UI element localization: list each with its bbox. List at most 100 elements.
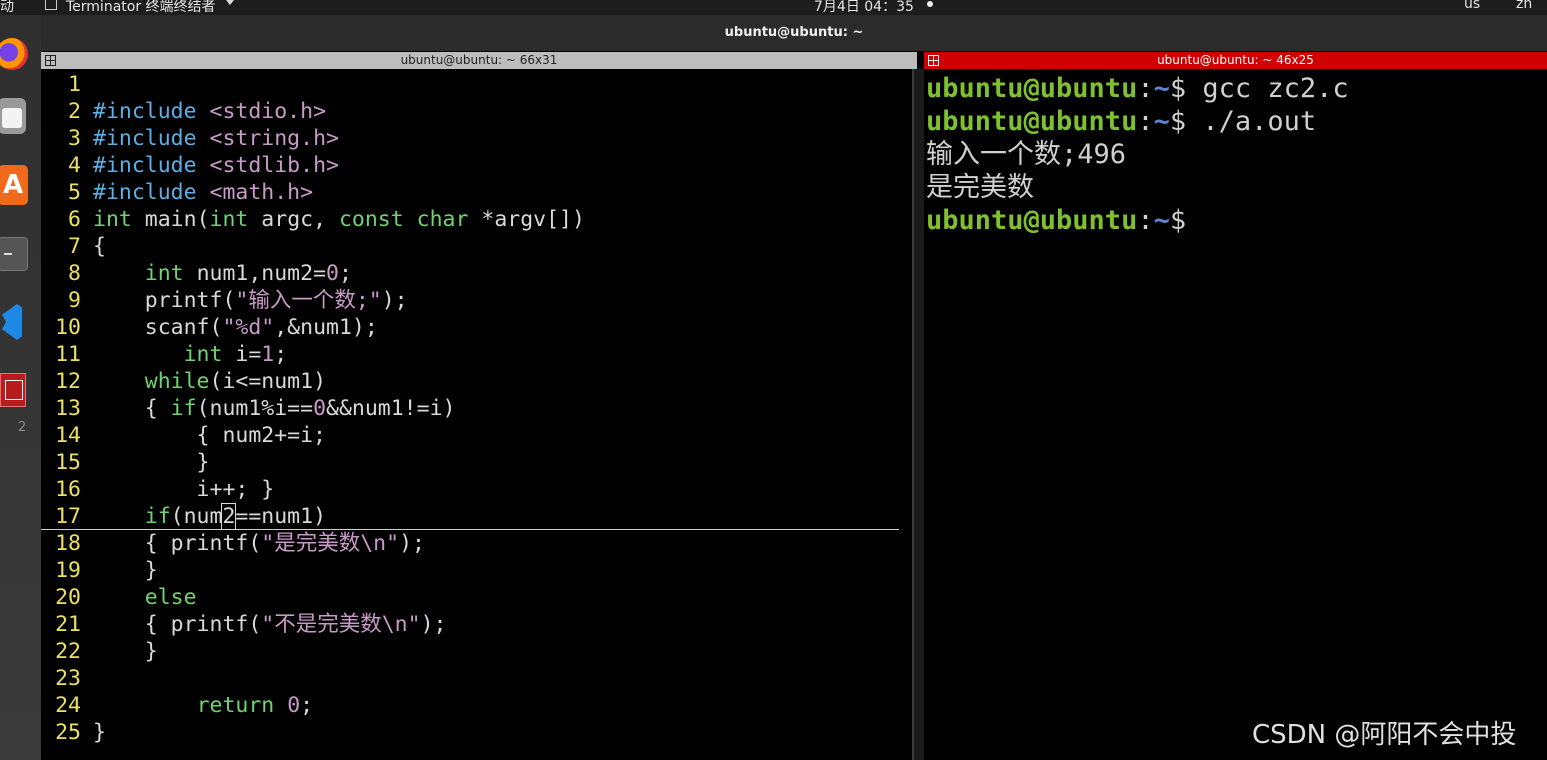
- chevron-down-icon[interactable]: [226, 0, 234, 5]
- code-line[interactable]: 7{: [41, 233, 899, 260]
- code-text[interactable]: printf("输入一个数;");: [81, 287, 408, 314]
- code-line[interactable]: 9 printf("输入一个数;");: [41, 287, 899, 314]
- code-line[interactable]: 25}: [41, 719, 899, 746]
- code-text[interactable]: else: [81, 584, 197, 611]
- code-line[interactable]: 21 { printf("不是完美数\n");: [41, 611, 899, 638]
- code-text[interactable]: int i=1;: [81, 341, 288, 368]
- code-text[interactable]: {: [81, 233, 106, 260]
- line-number: 23: [55, 666, 81, 691]
- line-number: 2: [68, 99, 81, 124]
- code-text[interactable]: while(i<=num1): [81, 368, 326, 395]
- code-line[interactable]: 10 scanf("%d",&num1);: [41, 314, 899, 341]
- left-pane-titlebar[interactable]: ubuntu@ubuntu: ~ 66x31: [41, 52, 917, 69]
- app-menu[interactable]: Terminator 终端终结者: [66, 0, 216, 15]
- code-line[interactable]: 12 while(i<=num1): [41, 368, 899, 395]
- line-number: 16: [55, 477, 81, 502]
- code-line[interactable]: 22 }: [41, 638, 899, 665]
- code-text[interactable]: { printf("是完美数\n");: [81, 530, 425, 557]
- code-text[interactable]: { num2+=i;: [81, 422, 326, 449]
- code-line[interactable]: 20 else: [41, 584, 899, 611]
- pane-splitter[interactable]: [912, 69, 924, 760]
- clock[interactable]: 7月4日 04：35: [814, 0, 914, 15]
- code-line[interactable]: 15 }: [41, 449, 899, 476]
- line-number: 13: [55, 396, 81, 421]
- code-text[interactable]: int main(int argc, const char *argv[]): [81, 206, 585, 233]
- code-text[interactable]: #include <math.h>: [81, 179, 313, 206]
- activities-button[interactable]: 动: [0, 0, 14, 15]
- shell-output[interactable]: ubuntu@ubuntu:~$ gcc zc2.c ubuntu@ubuntu…: [926, 72, 1349, 237]
- code-text[interactable]: }: [81, 449, 210, 476]
- workspace-number: 2: [18, 420, 27, 435]
- line-number: 5: [68, 180, 81, 205]
- code-view[interactable]: 1 2 #include <stdio.h> 3 #include <string.h>…: [41, 71, 899, 746]
- line-number: 6: [68, 207, 81, 232]
- code-line[interactable]: 16 i++; }: [41, 476, 899, 503]
- code-text[interactable]: }: [81, 557, 158, 584]
- line-number: 25: [55, 720, 81, 745]
- code-line[interactable]: 18 { printf("是完美数\n");: [41, 530, 899, 557]
- code-text[interactable]: #include <stdio.h>: [81, 98, 326, 125]
- code-line[interactable]: 2 #include <stdio.h>: [41, 98, 899, 125]
- code-text[interactable]: #include <string.h>: [81, 125, 339, 152]
- terminal-app-icon: [45, 0, 57, 10]
- line-number: 15: [55, 450, 81, 475]
- code-line[interactable]: 17 if(num2==num1): [41, 503, 899, 530]
- right-pane-titlebar[interactable]: ubuntu@ubuntu: ~ 46x25: [924, 52, 1547, 69]
- line-number: 8: [68, 261, 81, 286]
- terminal-icon[interactable]: [0, 237, 28, 271]
- line-number: 17: [55, 504, 81, 529]
- prompt-user: ubuntu@ubuntu: [926, 73, 1138, 104]
- app-center-icon[interactable]: A: [0, 165, 28, 205]
- terminator-icon[interactable]: [0, 373, 26, 407]
- code-line[interactable]: 14 { num2+=i;: [41, 422, 899, 449]
- window-title: ubuntu@ubuntu: ~: [724, 25, 864, 40]
- code-line[interactable]: 23: [41, 665, 899, 692]
- dock: A 2: [0, 15, 41, 760]
- code-text[interactable]: if(num2==num1): [81, 503, 326, 530]
- code-line[interactable]: 24 return 0;: [41, 692, 899, 719]
- code-text[interactable]: int num1,num2=0;: [81, 260, 352, 287]
- watermark: CSDN @阿阳不会中投: [1252, 720, 1517, 750]
- code-line[interactable]: 5 #include <math.h>: [41, 179, 899, 206]
- line-number: 22: [55, 639, 81, 664]
- code-line[interactable]: 3 #include <string.h>: [41, 125, 899, 152]
- line-number: 14: [55, 423, 81, 448]
- line-number: 10: [55, 315, 81, 340]
- code-line[interactable]: 4 #include <stdlib.h>: [41, 152, 899, 179]
- line-number: 20: [55, 585, 81, 610]
- vscode-icon[interactable]: [0, 300, 28, 344]
- notification-dot-icon: [927, 1, 933, 7]
- code-text[interactable]: #include <stdlib.h>: [81, 152, 339, 179]
- window-header[interactable]: ubuntu@ubuntu: ~: [41, 15, 1547, 51]
- line-number: 4: [68, 153, 81, 178]
- input-method-indicator[interactable]: zh: [1516, 0, 1532, 12]
- line-number: 11: [55, 342, 81, 367]
- files-icon[interactable]: [0, 98, 26, 134]
- code-text[interactable]: scanf("%d",&num1);: [81, 314, 378, 341]
- code-line[interactable]: 19 }: [41, 557, 899, 584]
- code-text[interactable]: }: [81, 638, 158, 665]
- code-text[interactable]: { if(num1%i==0&&num1!=i): [81, 395, 456, 422]
- code-line[interactable]: 11 int i=1;: [41, 341, 899, 368]
- shell-line: ubuntu@ubuntu:~$ ./a.out: [926, 106, 1317, 137]
- line-number: 1: [68, 72, 81, 97]
- prompt-user: ubuntu@ubuntu: [926, 106, 1138, 137]
- shell-line: ubuntu@ubuntu:~$: [926, 205, 1187, 236]
- grid-layout-icon[interactable]: [45, 55, 56, 66]
- line-number: 9: [68, 288, 81, 313]
- code-line[interactable]: 8 int num1,num2=0;: [41, 260, 899, 287]
- vim-editor-pane[interactable]: 1 2 #include <stdio.h> 3 #include <string.h>…: [41, 69, 912, 760]
- code-line[interactable]: 1: [41, 71, 899, 98]
- code-text[interactable]: }: [81, 719, 106, 746]
- code-line[interactable]: 13 { if(num1%i==0&&num1!=i): [41, 395, 899, 422]
- line-number: 21: [55, 612, 81, 637]
- code-text[interactable]: { printf("不是完美数\n");: [81, 611, 447, 638]
- code-text[interactable]: return 0;: [81, 692, 314, 719]
- shell-pane[interactable]: ubuntu@ubuntu:~$ gcc zc2.c ubuntu@ubuntu…: [924, 69, 1547, 760]
- code-text[interactable]: i++; }: [81, 476, 275, 503]
- shell-output-line: 输入一个数;496: [926, 139, 1127, 170]
- code-line[interactable]: 6 int main(int argc, const char *argv[]): [41, 206, 899, 233]
- grid-layout-icon[interactable]: [928, 55, 939, 66]
- firefox-icon[interactable]: [0, 38, 28, 70]
- keyboard-layout-indicator[interactable]: us: [1464, 0, 1480, 12]
